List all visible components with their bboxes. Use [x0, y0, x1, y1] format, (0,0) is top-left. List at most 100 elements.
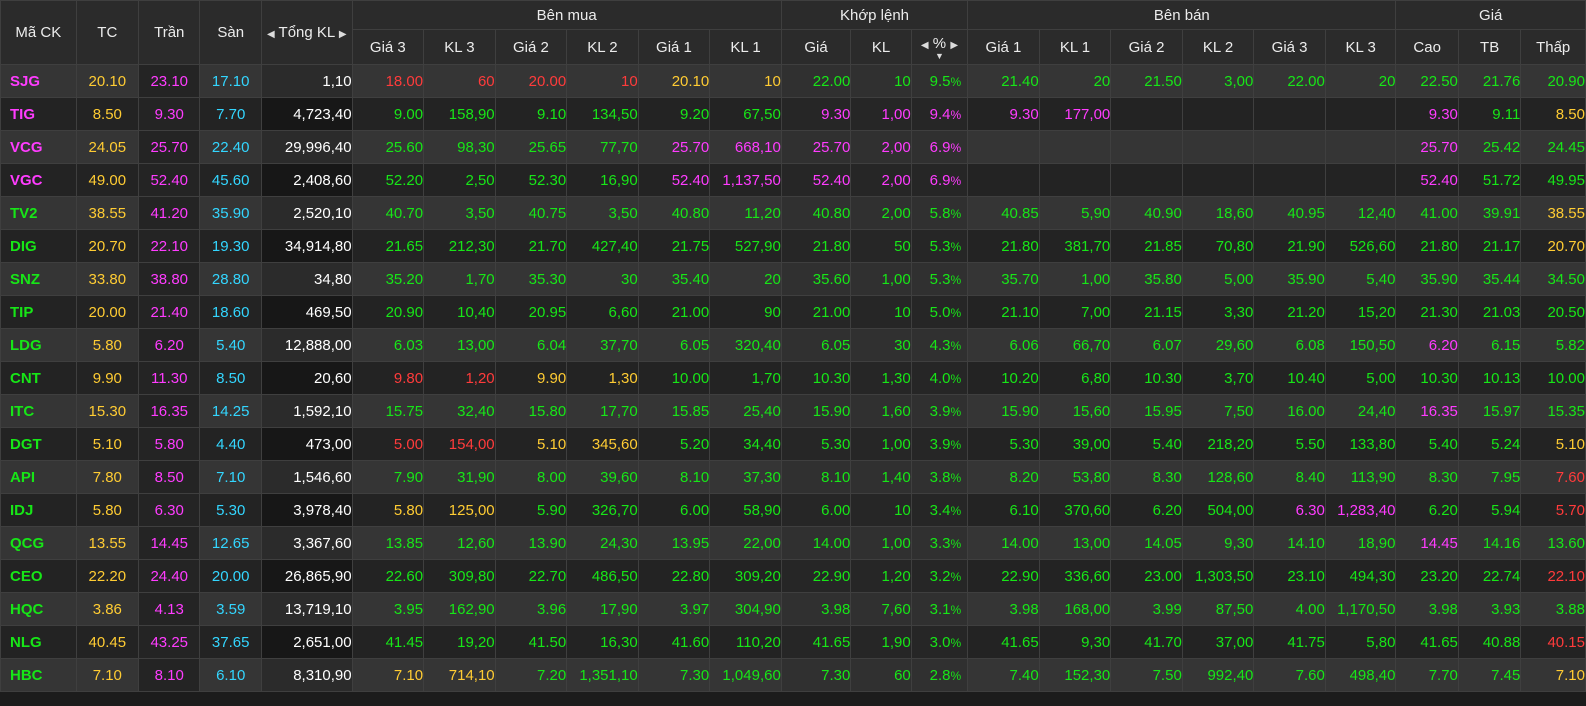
table-row[interactable]: LDG 5.80 6.20 5.40 12,888,00 6.03 13,00 6.04 37,…: [0, 328, 1586, 362]
header-match-pct[interactable]: ◀ % ▶ ▼: [910, 29, 969, 65]
high-price-cell: 41.65: [1395, 625, 1459, 659]
table-row[interactable]: CEO 22.20 24.40 20.00 26,865,90 22.60 309,80 22…: [0, 559, 1586, 593]
low-price-cell: 7.10: [1520, 658, 1586, 692]
ticker-cell[interactable]: SJG: [0, 64, 77, 98]
header-buy-vol-1[interactable]: KL 1: [709, 29, 782, 65]
table-row[interactable]: TIG 8.50 9.30 7.70 4,723,40 9.00 158,90 9.10 134…: [0, 97, 1586, 131]
ticker-cell[interactable]: SNZ: [0, 262, 77, 296]
header-avg[interactable]: TB: [1457, 29, 1522, 65]
table-row[interactable]: API 7.80 8.50 7.10 1,546,60 7.90 31,90 8.00 39,6…: [0, 460, 1586, 494]
percent-value: 5.3: [929, 270, 951, 288]
buy-price-2-cell: 6.04: [494, 328, 568, 362]
table-row[interactable]: HQC 3.86 4.13 3.59 13,719,10 3.95 162,90 3.96 17…: [0, 592, 1586, 626]
header-floor[interactable]: Sàn: [199, 0, 262, 65]
floor-price-cell: 6.10: [199, 658, 262, 692]
header-low[interactable]: Thấp: [1520, 29, 1586, 65]
table-row[interactable]: DGT 5.10 5.80 4.40 473,00 5.00 154,00 5.10 345,6…: [0, 427, 1586, 461]
percent-value: 4.0: [929, 369, 951, 387]
ticker-cell[interactable]: TIP: [0, 295, 77, 329]
header-match-price[interactable]: Giá: [780, 29, 852, 65]
percent-value: 4.3: [929, 336, 951, 354]
total-volume-cell: 2,408,60: [260, 163, 353, 197]
ticker-cell[interactable]: CEO: [0, 559, 77, 593]
ceiling-price-cell: 6.20: [138, 328, 201, 362]
percent-value: 3.9: [929, 435, 951, 453]
table-row[interactable]: ITC 15.30 16.35 14.25 1,592,10 15.75 32,40 15.8…: [0, 394, 1586, 428]
table-row[interactable]: TIP 20.00 21.40 18.60 469,50 20.90 10,40 20.95 6…: [0, 295, 1586, 329]
scroll-left-icon[interactable]: ◀: [267, 29, 275, 40]
table-row[interactable]: SNZ 33.80 38.80 28.80 34,80 35.20 1,70 35.30 30 3…: [0, 262, 1586, 296]
buy-vol-1-cell: 320,40: [709, 328, 782, 362]
ticker-cell[interactable]: LDG: [0, 328, 77, 362]
sell-price-1-cell: 7.40: [967, 658, 1040, 692]
header-buy-vol-3[interactable]: KL 3: [423, 29, 496, 65]
ticker-cell[interactable]: DIG: [0, 229, 77, 263]
ticker-cell[interactable]: HBC: [0, 658, 77, 692]
percent-value: 3.2: [929, 567, 951, 585]
ticker-cell[interactable]: IDJ: [0, 493, 77, 527]
ticker-cell[interactable]: VCG: [0, 130, 77, 164]
header-sell-price-3[interactable]: Giá 3: [1253, 29, 1326, 65]
ref-price-cell: 5.80: [75, 328, 140, 362]
ticker-cell[interactable]: HQC: [0, 592, 77, 626]
sell-price-1-cell: 21.80: [967, 229, 1040, 263]
ticker-cell[interactable]: TV2: [0, 196, 77, 230]
ticker-cell[interactable]: TIG: [0, 97, 77, 131]
ticker-cell[interactable]: VGC: [0, 163, 77, 197]
high-price-cell: 23.20: [1395, 559, 1459, 593]
sort-desc-icon[interactable]: ▼: [912, 51, 966, 60]
header-sell-vol-2[interactable]: KL 2: [1181, 29, 1255, 65]
table-row[interactable]: CNT 9.90 11.30 8.50 20,60 9.80 1,20 9.90 1,30 10.…: [0, 361, 1586, 395]
floor-price-cell: 18.60: [199, 295, 262, 329]
percent-value: 3.4: [929, 501, 951, 519]
buy-price-1-cell: 25.70: [637, 130, 711, 164]
table-row[interactable]: VCG 24.05 25.70 22.40 29,996,40 25.60 98,30 25.…: [0, 130, 1586, 164]
sell-vol-1-cell: 39,00: [1038, 427, 1112, 461]
percent-value: 3.9: [929, 402, 951, 420]
table-row[interactable]: SJG 20.10 23.10 17.10 1,10 18.00 60 20.00 10 20.1…: [0, 64, 1586, 98]
sell-price-2-cell: 21.50: [1110, 64, 1183, 98]
buy-vol-2-cell: 6,60: [566, 295, 639, 329]
header-ref[interactable]: TC: [75, 0, 140, 65]
scroll-right-icon[interactable]: ▶: [339, 29, 347, 40]
header-match-vol[interactable]: KL: [850, 29, 912, 65]
header-buy-price-3[interactable]: Giá 3: [351, 29, 425, 65]
ticker-cell[interactable]: ITC: [0, 394, 77, 428]
floor-price-cell: 37.65: [199, 625, 262, 659]
header-buy-price-1[interactable]: Giá 1: [637, 29, 711, 65]
header-ticker[interactable]: Mã CK: [0, 0, 77, 65]
header-ceil[interactable]: Trần: [138, 0, 201, 65]
ticker-cell[interactable]: DGT: [0, 427, 77, 461]
ref-price-cell: 5.80: [75, 493, 140, 527]
total-volume-cell: 473,00: [260, 427, 353, 461]
match-price-cell: 10.30: [780, 361, 852, 395]
header-buy-vol-2[interactable]: KL 2: [566, 29, 639, 65]
ticker-cell[interactable]: CNT: [0, 361, 77, 395]
ticker-cell[interactable]: QCG: [0, 526, 77, 560]
header-sell-vol-3[interactable]: KL 3: [1324, 29, 1397, 65]
table-row[interactable]: VGC 49.00 52.40 45.60 2,408,60 52.20 2,50 52.30…: [0, 163, 1586, 197]
header-total-volume[interactable]: ◀ Tổng KL ▶: [260, 0, 353, 65]
buy-price-2-cell: 22.70: [494, 559, 568, 593]
table-row[interactable]: TV2 38.55 41.20 35.90 2,520,10 40.70 3,50 40.75…: [0, 196, 1586, 230]
ticker-cell[interactable]: API: [0, 460, 77, 494]
table-row[interactable]: QCG 13.55 14.45 12.65 3,367,60 13.85 12,60 13.9…: [0, 526, 1586, 560]
header-buy-price-2[interactable]: Giá 2: [494, 29, 568, 65]
table-row[interactable]: DIG 20.70 22.10 19.30 34,914,80 21.65 212,30 21…: [0, 229, 1586, 263]
header-sell-price-2[interactable]: Giá 2: [1110, 29, 1183, 65]
header-sell-vol-1[interactable]: KL 1: [1038, 29, 1112, 65]
header-high[interactable]: Cao: [1395, 29, 1459, 65]
buy-vol-3-cell: 31,90: [423, 460, 496, 494]
pct-next-icon[interactable]: ▶: [950, 40, 958, 51]
ceiling-price-cell: 23.10: [138, 64, 201, 98]
table-row[interactable]: HBC 7.10 8.10 6.10 8,310,90 7.10 714,10 7.20 1,3…: [0, 658, 1586, 692]
sell-price-1-cell: 21.10: [967, 295, 1040, 329]
table-row[interactable]: IDJ 5.80 6.30 5.30 3,978,40 5.80 125,00 5.90 326…: [0, 493, 1586, 527]
sell-vol-2-cell: 3,00: [1181, 64, 1255, 98]
table-row[interactable]: NLG 40.45 43.25 37.65 2,651,00 41.45 19,20 41.5…: [0, 625, 1586, 659]
header-sell-price-1[interactable]: Giá 1: [967, 29, 1040, 65]
ticker-cell[interactable]: NLG: [0, 625, 77, 659]
percent-sign: %: [950, 404, 962, 419]
high-price-cell: 22.50: [1395, 64, 1459, 98]
pct-prev-icon[interactable]: ◀: [921, 40, 929, 51]
